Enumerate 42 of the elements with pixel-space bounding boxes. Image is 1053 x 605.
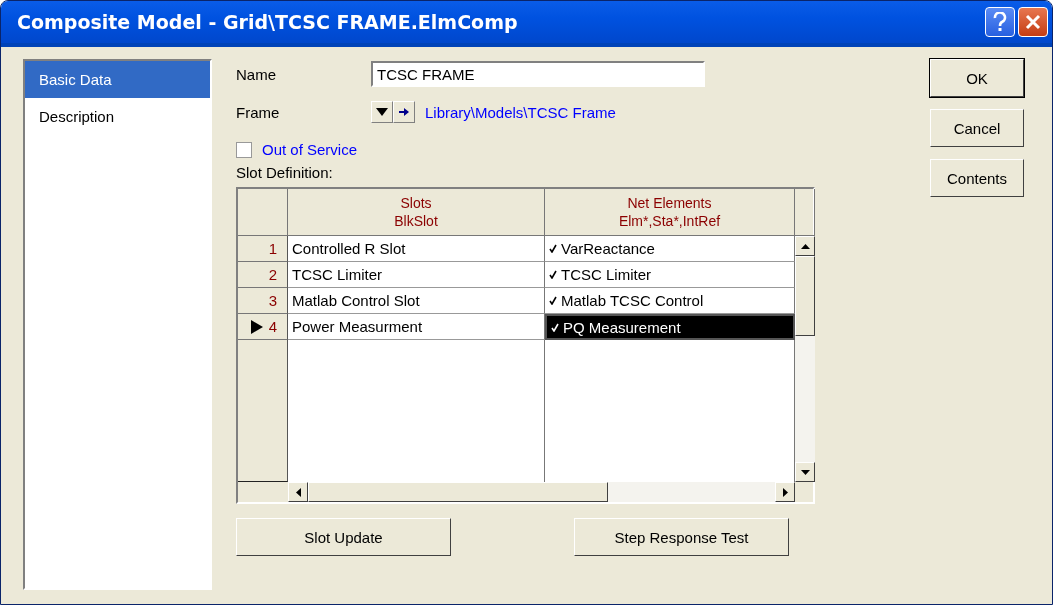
vertical-scrollbar[interactable] (795, 236, 815, 482)
table-cell[interactable]: Power Measurment (288, 314, 545, 340)
jump-button[interactable] (393, 101, 415, 123)
dialog-button[interactable]: Contents (930, 159, 1024, 197)
caret-icon (376, 108, 388, 116)
check-icon (551, 322, 559, 332)
horizontal-scrollbar[interactable] (288, 482, 795, 502)
frame-label: Frame (236, 103, 281, 121)
table-cell[interactable]: TCSC Limiter (288, 262, 545, 288)
check-icon (549, 270, 557, 279)
arrow-icon (399, 107, 409, 117)
sidebar-item[interactable]: Basic Data (25, 61, 210, 98)
check-icon (549, 244, 557, 253)
down-arrow-icon (800, 469, 810, 475)
close-icon (1024, 13, 1042, 31)
current-row-icon (250, 319, 263, 334)
slot-definition-label: Slot Definition: (236, 164, 334, 181)
up-arrow-icon (800, 243, 810, 249)
dialog-button[interactable]: OK (930, 59, 1024, 97)
close-button[interactable] (1018, 7, 1048, 37)
table-cell[interactable]: VarReactance (545, 236, 795, 262)
table-cell[interactable]: Matlab Control Slot (288, 288, 545, 314)
table-cell[interactable]: TCSC Limiter (545, 262, 795, 288)
right-arrow-icon (782, 487, 788, 497)
checkbox[interactable] (236, 141, 252, 158)
dialog-button[interactable]: Cancel (930, 109, 1024, 147)
window-title: Composite Model - Grid\TCSC FRAME.ElmComp (17, 11, 519, 33)
name-label: Name (236, 65, 277, 83)
out-of-service-label[interactable]: Out of Service (262, 141, 358, 158)
frame-link[interactable]: Library\Models\TCSC Frame (425, 103, 616, 121)
table-cell[interactable]: PQ Measurement (545, 314, 795, 340)
action-button[interactable]: Step Response Test (574, 518, 789, 556)
table-cell[interactable]: Matlab TCSC Control (545, 288, 795, 314)
left-arrow-icon (295, 487, 301, 497)
name-field[interactable]: TCSC FRAME (371, 61, 705, 87)
check-icon (549, 296, 557, 305)
help-button[interactable] (985, 7, 1015, 37)
action-button[interactable]: Slot Update (236, 518, 451, 556)
sidebar-item[interactable]: Description (25, 98, 210, 135)
table-cell[interactable]: Controlled R Slot (288, 236, 545, 262)
dropdown-button[interactable] (371, 101, 393, 123)
help-icon (993, 12, 1007, 32)
